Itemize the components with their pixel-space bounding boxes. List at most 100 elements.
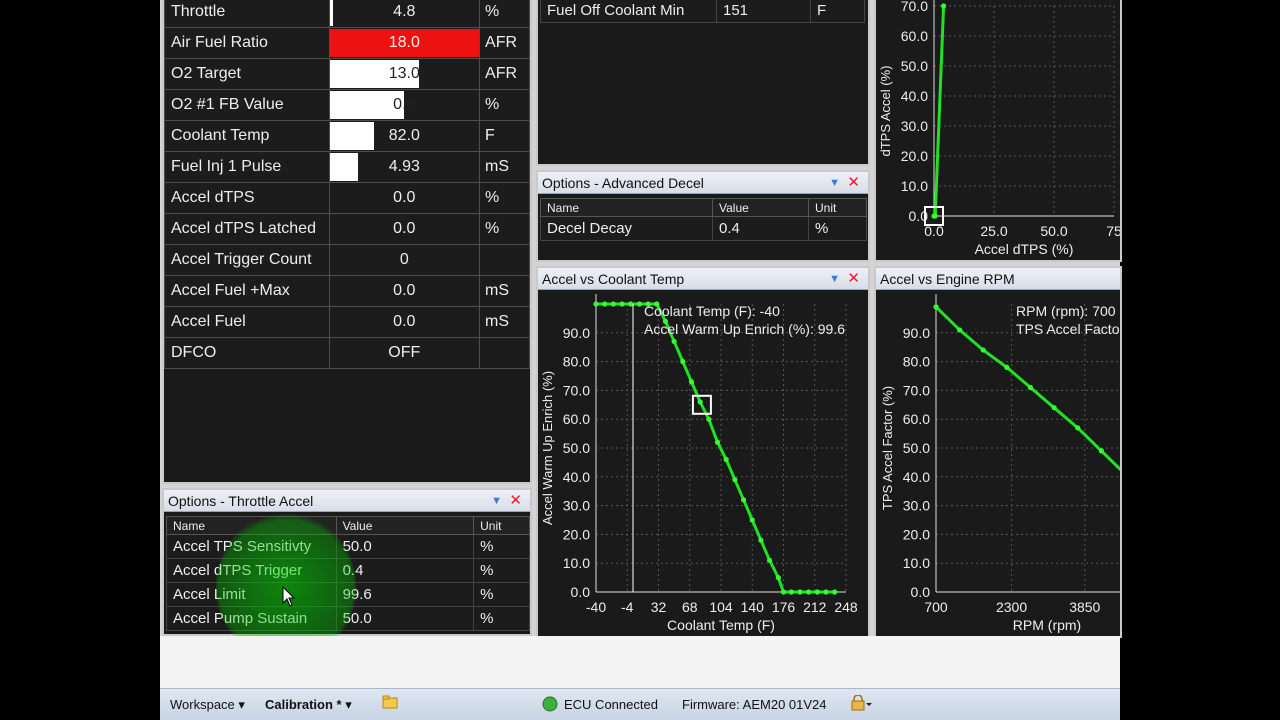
- table-row[interactable]: Accel Trigger Count 0: [164, 244, 530, 276]
- table-row[interactable]: Fuel Inj 1 Pulse 4.93 mS: [164, 151, 530, 183]
- data-point: [706, 416, 712, 422]
- x-tick-label: 212: [803, 599, 827, 615]
- x-tick-label: 25.0: [980, 223, 1007, 239]
- table-row[interactable]: Accel Fuel +Max 0.0 mS: [164, 275, 530, 307]
- param-value[interactable]: 50.0: [335, 534, 475, 559]
- param-value[interactable]: 0.4: [335, 558, 475, 583]
- channel-unit: %: [479, 89, 530, 121]
- y-tick-label: 40.0: [563, 469, 590, 485]
- y-tick-label: 60.0: [901, 28, 928, 44]
- y-tick-label: 50.0: [901, 58, 928, 74]
- y-tick-label: 50.0: [903, 440, 930, 456]
- x-tick-label: 68: [682, 599, 698, 615]
- y-tick-label: 20.0: [901, 148, 928, 164]
- channel-value: OFF: [328, 337, 481, 369]
- value-bar: [329, 122, 375, 150]
- data-point: [740, 497, 747, 503]
- data-point: [788, 589, 794, 595]
- rpm-chart[interactable]: 0.0 10.0 20.0 30.0 40.0 50.0 60.0 70.0 80.0 90.0 7…: [876, 290, 1120, 636]
- x-tick-label: -40: [586, 599, 606, 615]
- app-window: Throttle 4.8% Air Fuel Ratio 18.0 AFR O2 Targ…: [160, 0, 1122, 720]
- y-tick-label: 80.0: [903, 354, 930, 370]
- table-row[interactable]: Accel dTPS Latched 0.0%: [164, 213, 530, 245]
- value-text: 4.93: [388, 158, 420, 175]
- channel-unit: F: [479, 120, 530, 152]
- panel-title: Accel vs Engine RPM: [880, 271, 1015, 287]
- panel-title-bar: Accel vs Coolant Temp ▼ ✕: [538, 268, 868, 290]
- panel-title: Options - Advanced Decel: [542, 175, 704, 191]
- data-point: [680, 359, 686, 365]
- workspace-menu[interactable]: Workspace ▾: [170, 697, 245, 713]
- table-row[interactable]: DFCO OFF: [164, 337, 530, 369]
- channel-value: 0.0: [328, 89, 481, 121]
- data-point: [758, 537, 764, 543]
- param-value[interactable]: 0.4: [712, 216, 809, 241]
- folder-icon[interactable]: [382, 695, 398, 712]
- col-value: Value: [335, 516, 475, 535]
- close-icon[interactable]: ✕: [509, 490, 522, 512]
- param-name: Accel TPS Sensitivty: [166, 534, 337, 559]
- table-row[interactable]: Accel Limit 99.6%: [166, 582, 530, 607]
- coolant-chart[interactable]: 0.0 10.0 20.0 30.0 40.0 50.0 60.0 70.0 80.0 90.0 -…: [538, 290, 868, 636]
- data-point: [749, 517, 755, 523]
- table-row[interactable]: Accel dTPS Trigger 0.4%: [166, 558, 530, 583]
- value-text: 0: [399, 251, 409, 268]
- param-value[interactable]: 50.0: [335, 606, 475, 631]
- close-icon[interactable]: ✕: [847, 268, 860, 290]
- throttle-accel-table: Name Value Unit Accel TPS Sensitivty 50.0% Ac…: [166, 516, 530, 631]
- table-row[interactable]: Fuel Off Coolant Min 151 F: [540, 0, 865, 23]
- dropdown-icon[interactable]: ▼: [829, 172, 840, 194]
- channel-name: O2 #1 FB Value: [164, 89, 330, 121]
- table-row[interactable]: Air Fuel Ratio 18.0 AFR: [164, 27, 530, 59]
- data-point: [688, 379, 695, 385]
- channel-value: 0.0: [328, 275, 481, 307]
- table-row[interactable]: Accel Fuel 0.0 mS: [164, 306, 530, 338]
- channel-unit: [479, 337, 530, 369]
- channel-value: 0: [328, 244, 481, 276]
- table-row[interactable]: O2 #1 FB Value 0.0%: [164, 89, 530, 121]
- data-point: [610, 301, 616, 307]
- channel-unit: [479, 244, 530, 276]
- channel-value: 18.0: [328, 27, 481, 59]
- data-point: [814, 589, 820, 595]
- data-point: [957, 327, 963, 333]
- table-row[interactable]: Coolant Temp 82.0 F: [164, 120, 530, 152]
- col-name: Name: [166, 516, 337, 535]
- x-tick-label: 50.0: [1040, 223, 1067, 239]
- x-tick-label: 176: [772, 599, 796, 615]
- param-value[interactable]: 151: [716, 0, 811, 23]
- dropdown-icon[interactable]: ▼: [829, 268, 840, 290]
- table-row[interactable]: O2 Target 13.0 AFR: [164, 58, 530, 90]
- fuel-off-panel: Fuel Off Coolant Min 151 F: [536, 0, 870, 166]
- x-tick-label: 3850: [1069, 599, 1100, 615]
- value-text: 0.0: [393, 189, 416, 206]
- lock-icon[interactable]: [850, 694, 872, 714]
- table-row[interactable]: Accel dTPS 0.0%: [164, 182, 530, 214]
- table-row[interactable]: Throttle 4.8%: [164, 0, 530, 28]
- data-point: [806, 589, 812, 595]
- col-value: Value: [712, 198, 809, 217]
- data-point: [593, 301, 599, 307]
- channel-name: Accel dTPS: [164, 182, 330, 214]
- param-value[interactable]: 99.6: [335, 582, 475, 607]
- dropdown-icon[interactable]: ▼: [491, 490, 502, 512]
- calibration-menu[interactable]: Calibration * ▾: [265, 697, 352, 713]
- close-icon[interactable]: ✕: [847, 172, 860, 194]
- col-unit: Unit: [473, 516, 530, 535]
- col-unit: Unit: [808, 198, 867, 217]
- panel-title-bar: Options - Advanced Decel ▼ ✕: [538, 172, 868, 194]
- y-tick-label: 0.0: [911, 584, 931, 600]
- channel-name: Accel Trigger Count: [164, 244, 330, 276]
- series-line: [934, 305, 1120, 472]
- table-row[interactable]: Decel Decay 0.4 %: [540, 216, 867, 241]
- data-point: [980, 347, 986, 353]
- data-point: [1027, 384, 1034, 391]
- advanced-decel-table: Name Value Unit Decel Decay 0.4 %: [540, 198, 867, 241]
- table-row[interactable]: Accel TPS Sensitivty 50.0%: [166, 534, 530, 559]
- data-point: [619, 301, 625, 307]
- y-tick-label: 20.0: [903, 526, 930, 542]
- data-point: [602, 301, 608, 307]
- data-point: [767, 557, 773, 563]
- dtps-chart[interactable]: 0.010.020.030.040.050.060.070.00.0 25.0 50…: [876, 0, 1120, 260]
- table-row[interactable]: Accel Pump Sustain 50.0%: [166, 606, 530, 631]
